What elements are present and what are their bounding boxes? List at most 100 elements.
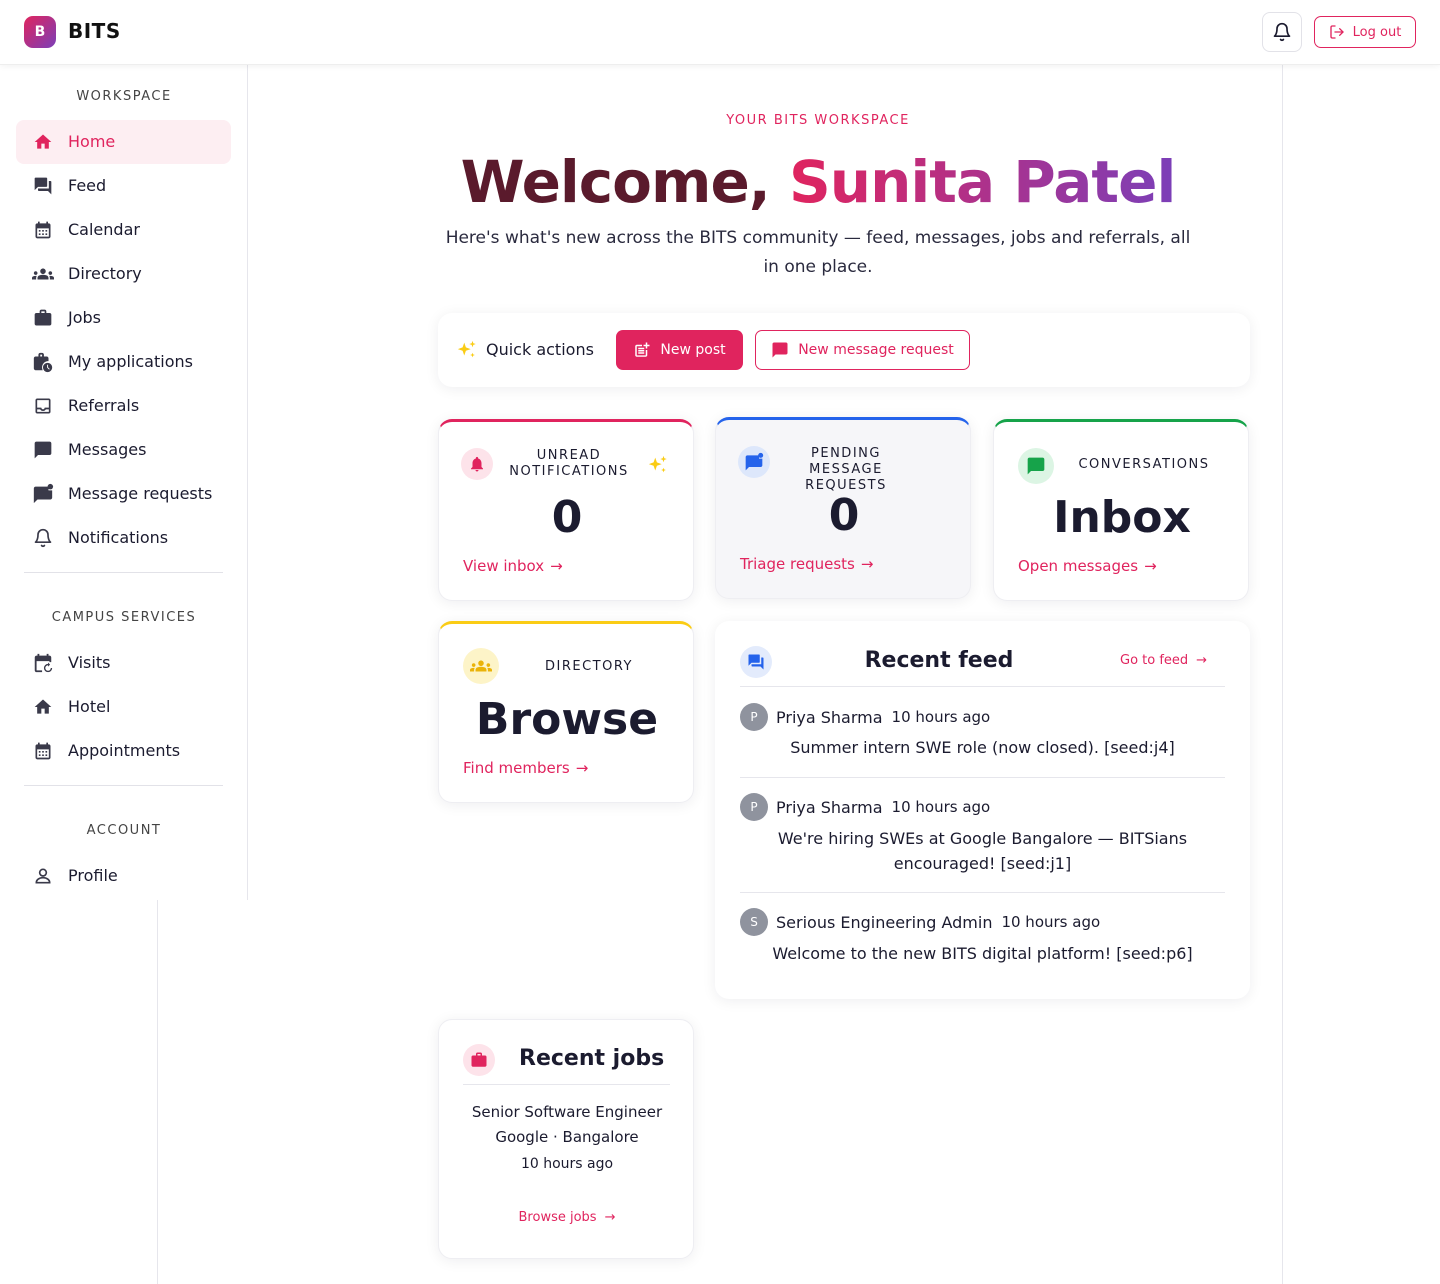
- sidebar-item-label: My applications: [68, 352, 193, 371]
- page-title: Welcome, Sunita Patel: [418, 148, 1218, 216]
- feed-post-header: P Priya Sharma 10 hours ago: [740, 703, 990, 731]
- app-logo[interactable]: B: [24, 16, 56, 48]
- new-post-button[interactable]: New post: [616, 330, 743, 370]
- app-brand[interactable]: BITS: [68, 19, 121, 43]
- post-time: 10 hours ago: [891, 708, 991, 726]
- sidebar-item-my-applications[interactable]: My applications: [16, 340, 231, 384]
- post-body[interactable]: Welcome to the new BITS digital platform…: [740, 941, 1225, 966]
- sidebar-item-label: Message requests: [68, 484, 213, 503]
- sidebar-item-home[interactable]: Home: [16, 120, 231, 164]
- sidebar-item-calendar[interactable]: Calendar: [16, 208, 231, 252]
- post-time: 10 hours ago: [891, 798, 991, 816]
- notifications-button[interactable]: [1262, 12, 1302, 52]
- post-body[interactable]: We're hiring SWEs at Google Bangalore — …: [740, 826, 1225, 876]
- link-label: Triage requests: [740, 555, 855, 573]
- stat-value: 0: [551, 492, 583, 543]
- sidebar-item-label: Hotel: [68, 697, 111, 716]
- briefcase-icon: [463, 1044, 495, 1076]
- people-icon: [463, 648, 499, 684]
- sidebar-item-label: Visits: [68, 653, 111, 672]
- recent-jobs-card: Recent jobs Senior Software Engineer Goo…: [438, 1019, 694, 1259]
- stat-label: CONVERSATIONS: [1078, 457, 1210, 472]
- stat-value: 0: [828, 490, 860, 541]
- home-icon: [32, 131, 54, 153]
- sidebar-item-label: Referrals: [68, 396, 140, 415]
- job-title[interactable]: Senior Software Engineer: [439, 1103, 695, 1121]
- arrow-right-icon: →: [575, 759, 589, 777]
- bell-icon: [461, 448, 493, 480]
- layout-divider: [1282, 65, 1283, 1284]
- sidebar-item-hotel[interactable]: Hotel: [16, 685, 231, 729]
- stat-label: DIRECTORY: [545, 659, 633, 674]
- sidebar-item-message-requests[interactable]: Message requests: [16, 472, 231, 516]
- sidebar-item-jobs[interactable]: Jobs: [16, 296, 231, 340]
- sidebar-item-directory[interactable]: Directory: [16, 252, 231, 296]
- sidebar-item-referrals[interactable]: Referrals: [16, 384, 231, 428]
- person-icon: [32, 865, 54, 887]
- post-author[interactable]: Serious Engineering Admin: [776, 913, 992, 932]
- pending-message-requests-card: PENDING MESSAGE REQUESTS 0 Triage reques…: [715, 417, 971, 599]
- feed-divider: [740, 686, 1225, 687]
- sidebar-item-label: Calendar: [68, 220, 140, 239]
- briefcase-icon: [32, 307, 54, 329]
- calendar-icon: [32, 219, 54, 241]
- sidebar: WORKSPACE Home Feed Calendar Directory J…: [0, 65, 248, 900]
- sidebar-item-appointments[interactable]: Appointments: [16, 729, 231, 773]
- people-icon: [32, 263, 54, 285]
- job-time: 10 hours ago: [520, 1156, 614, 1172]
- feed-post-header: S Serious Engineering Admin 10 hours ago: [740, 908, 1100, 936]
- sidebar-item-label: Appointments: [68, 741, 181, 760]
- triage-requests-link[interactable]: Triage requests →: [740, 555, 873, 573]
- avatar[interactable]: P: [740, 703, 768, 731]
- arrow-right-icon: →: [860, 555, 874, 573]
- post-body[interactable]: Summer intern SWE role (now closed). [se…: [740, 735, 1225, 760]
- briefcase-clock-icon: [32, 351, 54, 373]
- top-bar: B BITS Log out: [0, 0, 1440, 65]
- recent-jobs-title: Recent jobs: [519, 1046, 665, 1071]
- forum-icon: [32, 175, 54, 197]
- link-label: Go to feed: [1120, 653, 1189, 668]
- chat-badge-icon: [32, 483, 54, 505]
- avatar[interactable]: P: [740, 793, 768, 821]
- arrow-right-icon: →: [604, 1210, 616, 1225]
- feed-divider: [740, 892, 1225, 893]
- campus-section-label: CAMPUS SERVICES: [51, 610, 197, 625]
- post-author[interactable]: Priya Sharma: [776, 708, 883, 727]
- sparkle-icon: [648, 455, 667, 473]
- avatar[interactable]: S: [740, 908, 768, 936]
- new-message-request-label: New message request: [798, 342, 954, 358]
- new-message-request-button[interactable]: New message request: [755, 330, 970, 370]
- bell-icon: [1273, 22, 1291, 42]
- sidebar-item-notifications[interactable]: Notifications: [16, 516, 231, 560]
- browse-jobs-link[interactable]: Browse jobs →: [439, 1210, 695, 1225]
- arrow-right-icon: →: [1196, 653, 1208, 668]
- bell-icon: [32, 527, 54, 549]
- link-label: View inbox: [463, 557, 545, 575]
- link-label: Find members: [463, 759, 570, 777]
- workspace-section-label: WORKSPACE: [76, 89, 172, 104]
- open-messages-link[interactable]: Open messages →: [1018, 557, 1157, 575]
- arrow-right-icon: →: [1144, 557, 1157, 575]
- job-meta: Google · Bangalore: [495, 1128, 639, 1146]
- calendar-return-icon: [32, 652, 54, 674]
- logout-label: Log out: [1352, 24, 1402, 40]
- sidebar-item-visits[interactable]: Visits: [16, 641, 231, 685]
- feed-divider: [740, 777, 1225, 778]
- account-section-label: ACCOUNT: [86, 823, 162, 838]
- unread-notifications-card: UNREAD NOTIFICATIONS 0 View inbox →: [438, 419, 694, 601]
- logout-button[interactable]: Log out: [1314, 16, 1416, 48]
- sidebar-item-profile[interactable]: Profile: [16, 854, 231, 898]
- find-members-link[interactable]: Find members →: [463, 759, 588, 777]
- sidebar-item-messages[interactable]: Messages: [16, 428, 231, 472]
- view-inbox-link[interactable]: View inbox →: [463, 557, 563, 575]
- sidebar-item-label: Profile: [68, 866, 118, 885]
- sidebar-item-feed[interactable]: Feed: [16, 164, 231, 208]
- user-name: Sunita Patel: [789, 148, 1176, 216]
- hero-eyebrow: YOUR BITS WORKSPACE: [726, 113, 910, 128]
- quick-actions-title: Quick actions: [486, 340, 594, 359]
- post-author[interactable]: Priya Sharma: [776, 798, 883, 817]
- recent-feed-card: Recent feed Go to feed → P Priya Sharma 1…: [715, 621, 1250, 999]
- go-to-feed-link[interactable]: Go to feed →: [1120, 653, 1207, 668]
- stat-value: Inbox: [1053, 492, 1191, 543]
- sparkle-icon: [457, 340, 476, 358]
